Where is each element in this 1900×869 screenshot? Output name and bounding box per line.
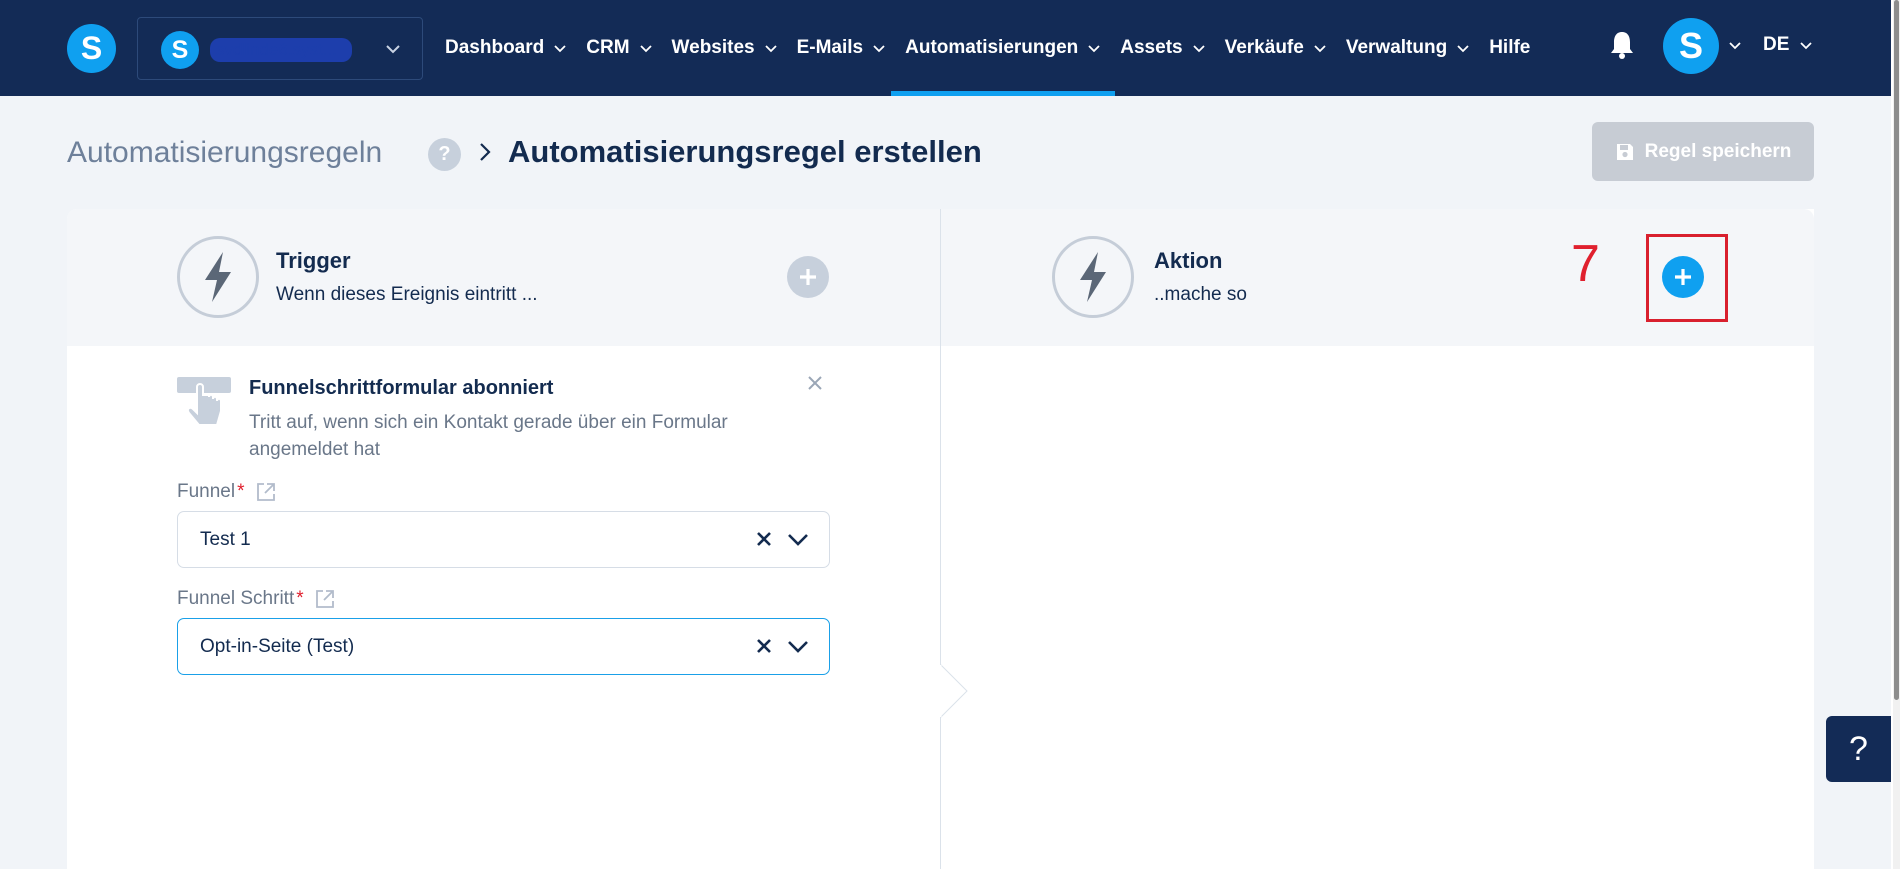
account-switcher[interactable]: S svdlinde6.syst... bbox=[137, 17, 423, 80]
close-icon[interactable] bbox=[805, 373, 825, 393]
panel-connector-arrow bbox=[940, 664, 968, 718]
save-rule-label: Regel speichern bbox=[1644, 140, 1792, 162]
clear-icon[interactable] bbox=[753, 528, 775, 550]
scrollbar-thumb[interactable] bbox=[1894, 0, 1899, 700]
action-title: Aktion bbox=[1154, 248, 1223, 273]
trigger-card-description: Tritt auf, wenn sich ein Kontakt gerade … bbox=[249, 412, 728, 460]
nav-item-label: Assets bbox=[1120, 37, 1183, 58]
required-marker: * bbox=[237, 481, 245, 502]
nav-item-label: Websites bbox=[671, 37, 755, 58]
trigger-card-title: Funnelschrittformular abonniert bbox=[249, 377, 554, 399]
nav-item-label: Automatisierungen bbox=[905, 37, 1079, 58]
clear-icon[interactable] bbox=[753, 635, 775, 657]
page-title: Automatisierungsregel erstellen bbox=[508, 134, 982, 169]
language-switcher[interactable]: DE bbox=[1763, 34, 1789, 56]
chevron-down-icon bbox=[873, 45, 885, 53]
breadcrumb-parent[interactable]: Automatisierungsregeln bbox=[67, 136, 382, 170]
add-trigger-button[interactable] bbox=[787, 256, 829, 298]
nav-item-verkaeufe[interactable]: Verkäufe bbox=[1225, 0, 1327, 96]
chevron-down-icon bbox=[1457, 45, 1469, 53]
top-navigation: S S svdlinde6.syst... Dashboard CRM Webs… bbox=[0, 0, 1891, 96]
funnel-label-text: Funnel bbox=[177, 481, 236, 502]
trigger-title: Trigger bbox=[276, 248, 351, 273]
user-avatar[interactable]: S bbox=[1663, 18, 1719, 74]
funnel-step-label-text: Funnel Schritt bbox=[177, 588, 295, 609]
chevron-down-icon[interactable] bbox=[787, 638, 809, 656]
nav-item-websites[interactable]: Websites bbox=[672, 0, 778, 96]
account-avatar: S bbox=[161, 31, 199, 69]
funnel-step-select[interactable]: Opt-in-Seite (Test) bbox=[177, 618, 830, 675]
chevron-down-icon bbox=[1314, 45, 1326, 53]
chevron-down-icon[interactable] bbox=[1799, 38, 1813, 52]
bell-icon[interactable] bbox=[1609, 30, 1635, 60]
nav-item-label: CRM bbox=[586, 37, 630, 58]
action-subtitle: ..mache so bbox=[1154, 284, 1247, 305]
action-icon bbox=[1052, 236, 1134, 318]
app-logo[interactable]: S bbox=[67, 24, 116, 73]
funnel-step-select-value: Opt-in-Seite (Test) bbox=[200, 636, 355, 657]
help-widget-button[interactable]: ? bbox=[1826, 716, 1891, 782]
nav-item-assets[interactable]: Assets bbox=[1120, 0, 1205, 96]
nav-item-dashboard[interactable]: Dashboard bbox=[445, 0, 567, 96]
panel-divider bbox=[940, 209, 941, 869]
chevron-down-icon bbox=[1088, 45, 1100, 53]
nav-item-label: E-Mails bbox=[796, 37, 864, 58]
nav-item-crm[interactable]: CRM bbox=[586, 0, 652, 96]
chevron-down-icon bbox=[639, 45, 652, 53]
save-icon bbox=[1616, 143, 1633, 160]
help-icon[interactable]: ? bbox=[428, 138, 461, 171]
funnel-select-value: Test 1 bbox=[200, 529, 251, 550]
chevron-right-icon bbox=[480, 143, 491, 161]
chevron-down-icon[interactable] bbox=[1728, 38, 1742, 52]
external-link-icon[interactable] bbox=[314, 588, 336, 610]
chevron-down-icon bbox=[764, 45, 777, 53]
nav-item-label: Hilfe bbox=[1489, 37, 1531, 58]
funnel-select[interactable]: Test 1 bbox=[177, 511, 830, 568]
account-name: svdlinde6.syst... bbox=[210, 38, 352, 62]
plus-icon bbox=[800, 269, 816, 285]
nav-item-label: Dashboard bbox=[445, 37, 545, 58]
chevron-down-icon[interactable] bbox=[787, 531, 809, 549]
chevron-down-icon bbox=[386, 45, 400, 54]
required-marker: * bbox=[296, 588, 304, 609]
lightning-icon bbox=[205, 252, 231, 302]
external-link-icon[interactable] bbox=[255, 481, 277, 503]
nav-item-emails[interactable]: E-Mails bbox=[797, 0, 887, 96]
nav-item-automatisierungen[interactable]: Automatisierungen bbox=[891, 0, 1116, 96]
nav-item-label: Verkäufe bbox=[1224, 37, 1304, 58]
save-rule-button[interactable]: Regel speichern bbox=[1592, 122, 1814, 181]
nav-item-hilfe[interactable]: Hilfe bbox=[1489, 0, 1530, 96]
annotation-number: 7 bbox=[1571, 235, 1600, 293]
funnel-field-label: Funnel * bbox=[177, 481, 277, 503]
annotation-highlight-box bbox=[1646, 234, 1728, 322]
funnel-step-field-label: Funnel Schritt * bbox=[177, 588, 336, 610]
chevron-down-icon bbox=[1192, 45, 1205, 53]
lightning-icon bbox=[1080, 252, 1106, 302]
chevron-down-icon bbox=[554, 45, 566, 53]
nav-item-label: Verwaltung bbox=[1345, 37, 1448, 58]
trigger-icon bbox=[177, 236, 259, 318]
hand-pointer-icon bbox=[177, 377, 231, 426]
nav-item-verwaltung[interactable]: Verwaltung bbox=[1346, 0, 1470, 96]
nav-menu: Dashboard CRM Websites E-Mails Automatis… bbox=[445, 0, 1549, 96]
trigger-subtitle: Wenn dieses Ereignis eintritt ... bbox=[276, 284, 538, 305]
